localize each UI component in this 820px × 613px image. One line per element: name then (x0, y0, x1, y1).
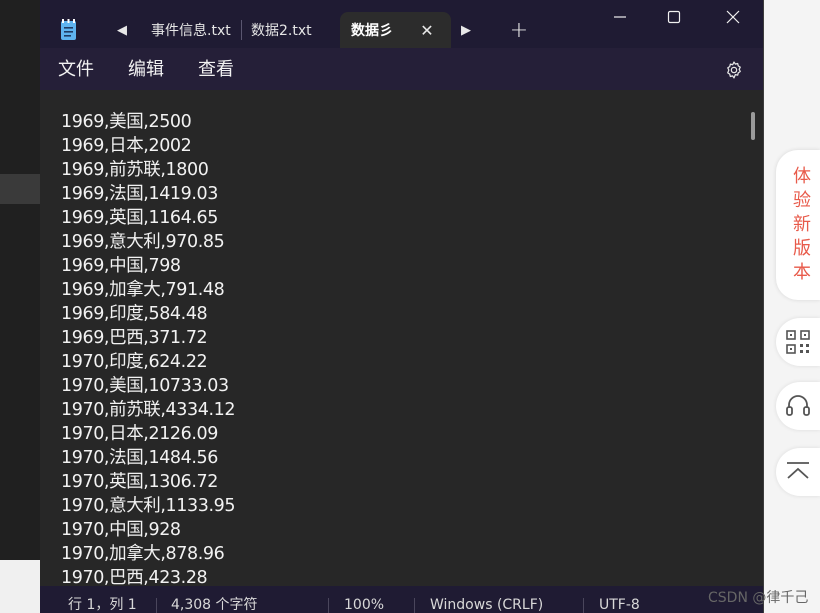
background-strip (0, 174, 40, 204)
background-right (763, 0, 820, 613)
minimize-icon (614, 16, 626, 18)
text-line: 1969,日本,2002 (61, 136, 192, 156)
text-line: 1970,中国,928 (61, 520, 181, 540)
tab-divider (241, 20, 242, 40)
close-icon (726, 10, 740, 24)
caret-left-icon: ◀ (117, 22, 127, 38)
status-bar: 行 1，列 1 4,308 个字符 100% Windows (CRLF) UT… (40, 586, 763, 613)
character-count: 4,308 个字符 (171, 597, 258, 613)
maximize-button[interactable] (646, 0, 702, 34)
text-line: 1969,巴西,371.72 (61, 328, 208, 348)
tab-label: 数据彡 (351, 23, 393, 39)
menu-bar: 文件 编辑 查看 (40, 48, 763, 90)
text-line: 1969,意大利,970.85 (61, 232, 225, 252)
qr-code-icon (786, 330, 810, 354)
settings-button[interactable] (720, 56, 748, 84)
text-line: 1970,美国,10733.03 (61, 376, 229, 396)
notepad-app-icon (61, 19, 76, 40)
new-tab-button[interactable]: + (501, 14, 537, 46)
new-version-label[interactable]: 体验新版本 (790, 165, 814, 285)
menu-file[interactable]: 文件 (58, 58, 94, 82)
watermark: CSDN @律千己 (708, 590, 809, 606)
maximize-icon (667, 10, 681, 24)
back-to-top-icon (787, 462, 809, 479)
minimize-button[interactable] (592, 0, 648, 34)
text-line: 1970,加拿大,878.96 (61, 544, 225, 564)
text-line: 1970,印度,624.22 (61, 352, 208, 372)
scroll-tabs-right-button[interactable]: ▶ (448, 14, 484, 46)
background-desktop (0, 0, 40, 613)
text-line: 1969,法国,1419.03 (61, 184, 219, 204)
headset-icon (786, 395, 810, 416)
text-line: 1970,英国,1306.72 (61, 472, 219, 492)
text-line: 1970,法国,1484.56 (61, 448, 219, 468)
text-line: 1969,英国,1164.65 (61, 208, 219, 228)
gear-icon (727, 61, 741, 79)
line-ending[interactable]: Windows (CRLF) (430, 596, 543, 613)
text-line: 1969,美国,2500 (61, 112, 192, 132)
tab-data2[interactable]: 数据2.txt (243, 12, 343, 48)
title-bar: ◀ 事件信息.txt 数据2.txt 数据彡 ✕ ▶ + (40, 0, 763, 48)
text-line: 1970,巴西,423.28 (61, 568, 208, 586)
editor-content: 1969,美国,2500 1969,日本,2002 1969,前苏联,1800 … (61, 110, 236, 586)
tab-active-document[interactable]: 数据彡 ✕ (340, 12, 451, 48)
text-line: 1969,印度,584.48 (61, 304, 208, 324)
encoding[interactable]: UTF-8 (599, 596, 640, 613)
background-bottom (0, 560, 40, 613)
zoom-level[interactable]: 100% (344, 596, 384, 613)
status-divider (328, 598, 329, 613)
menu-view[interactable]: 查看 (198, 58, 234, 82)
cursor-position[interactable]: 行 1，列 1 (68, 596, 137, 613)
text-line: 1970,前苏联,4334.12 (61, 400, 236, 420)
caret-right-icon: ▶ (461, 22, 471, 38)
status-divider (156, 598, 157, 613)
tab-label: 事件信息.txt (151, 23, 231, 39)
customer-service-button[interactable] (776, 382, 820, 430)
text-editor[interactable]: 1969,美国,2500 1969,日本,2002 1969,前苏联,1800 … (40, 90, 763, 586)
scroll-tabs-left-button[interactable]: ◀ (104, 14, 140, 46)
tab-event-info[interactable]: 事件信息.txt (143, 12, 245, 48)
plus-icon: + (509, 17, 529, 43)
vertical-scrollbar-thumb[interactable] (751, 112, 755, 140)
text-line: 1969,前苏联,1800 (61, 160, 209, 180)
status-divider (414, 598, 415, 613)
notepad-window: ◀ 事件信息.txt 数据2.txt 数据彡 ✕ ▶ + 文件 编辑 查看 19… (40, 0, 764, 613)
tab-label: 数据2.txt (251, 23, 312, 39)
text-line: 1970,日本,2126.09 (61, 424, 219, 444)
status-divider (583, 598, 584, 613)
back-to-top-button[interactable] (776, 448, 820, 496)
qr-code-button[interactable] (776, 318, 820, 366)
text-line: 1969,中国,798 (61, 256, 181, 276)
text-line: 1969,加拿大,791.48 (61, 280, 225, 300)
text-line: 1970,意大利,1133.95 (61, 496, 236, 516)
close-tab-icon[interactable]: ✕ (417, 20, 437, 40)
menu-edit[interactable]: 编辑 (128, 58, 164, 82)
close-window-button[interactable] (705, 0, 761, 34)
